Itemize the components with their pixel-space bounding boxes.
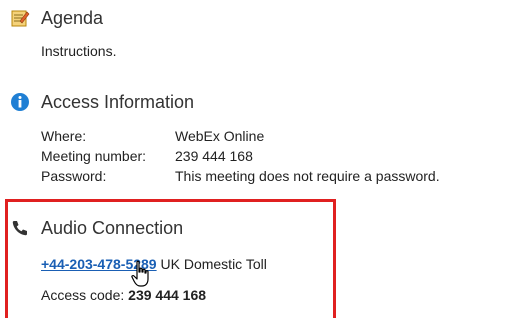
access-title: Access Information bbox=[41, 92, 195, 112]
access-code-label: Access code: bbox=[41, 287, 125, 303]
phone-icon bbox=[10, 218, 30, 238]
info-icon bbox=[10, 92, 30, 112]
password-label: Password: bbox=[41, 168, 107, 184]
password-value: This meeting does not require a password… bbox=[175, 168, 440, 184]
where-label: Where: bbox=[41, 128, 87, 144]
access-row-meeting-number: Meeting number: 239 444 168 bbox=[41, 148, 253, 164]
access-header: Access Information bbox=[10, 92, 194, 112]
agenda-text: Instructions. bbox=[41, 43, 117, 59]
audio-header: Audio Connection bbox=[10, 218, 183, 238]
access-row-password: Password: This meeting does not require a… bbox=[41, 168, 440, 184]
phone-description: UK Domestic Toll bbox=[160, 256, 267, 272]
meeting-number-label: Meeting number: bbox=[41, 148, 147, 164]
agenda-notepad-icon bbox=[10, 8, 30, 28]
agenda-header: Agenda bbox=[10, 8, 103, 28]
meeting-number-value: 239 444 168 bbox=[175, 148, 253, 164]
where-value: WebEx Online bbox=[175, 128, 265, 144]
audio-access-code-row: Access code: 239 444 168 bbox=[41, 287, 206, 303]
agenda-title: Agenda bbox=[41, 8, 104, 28]
audio-title: Audio Connection bbox=[41, 218, 184, 238]
access-row-where: Where: WebEx Online bbox=[41, 128, 264, 144]
hand-cursor-icon bbox=[130, 260, 154, 290]
